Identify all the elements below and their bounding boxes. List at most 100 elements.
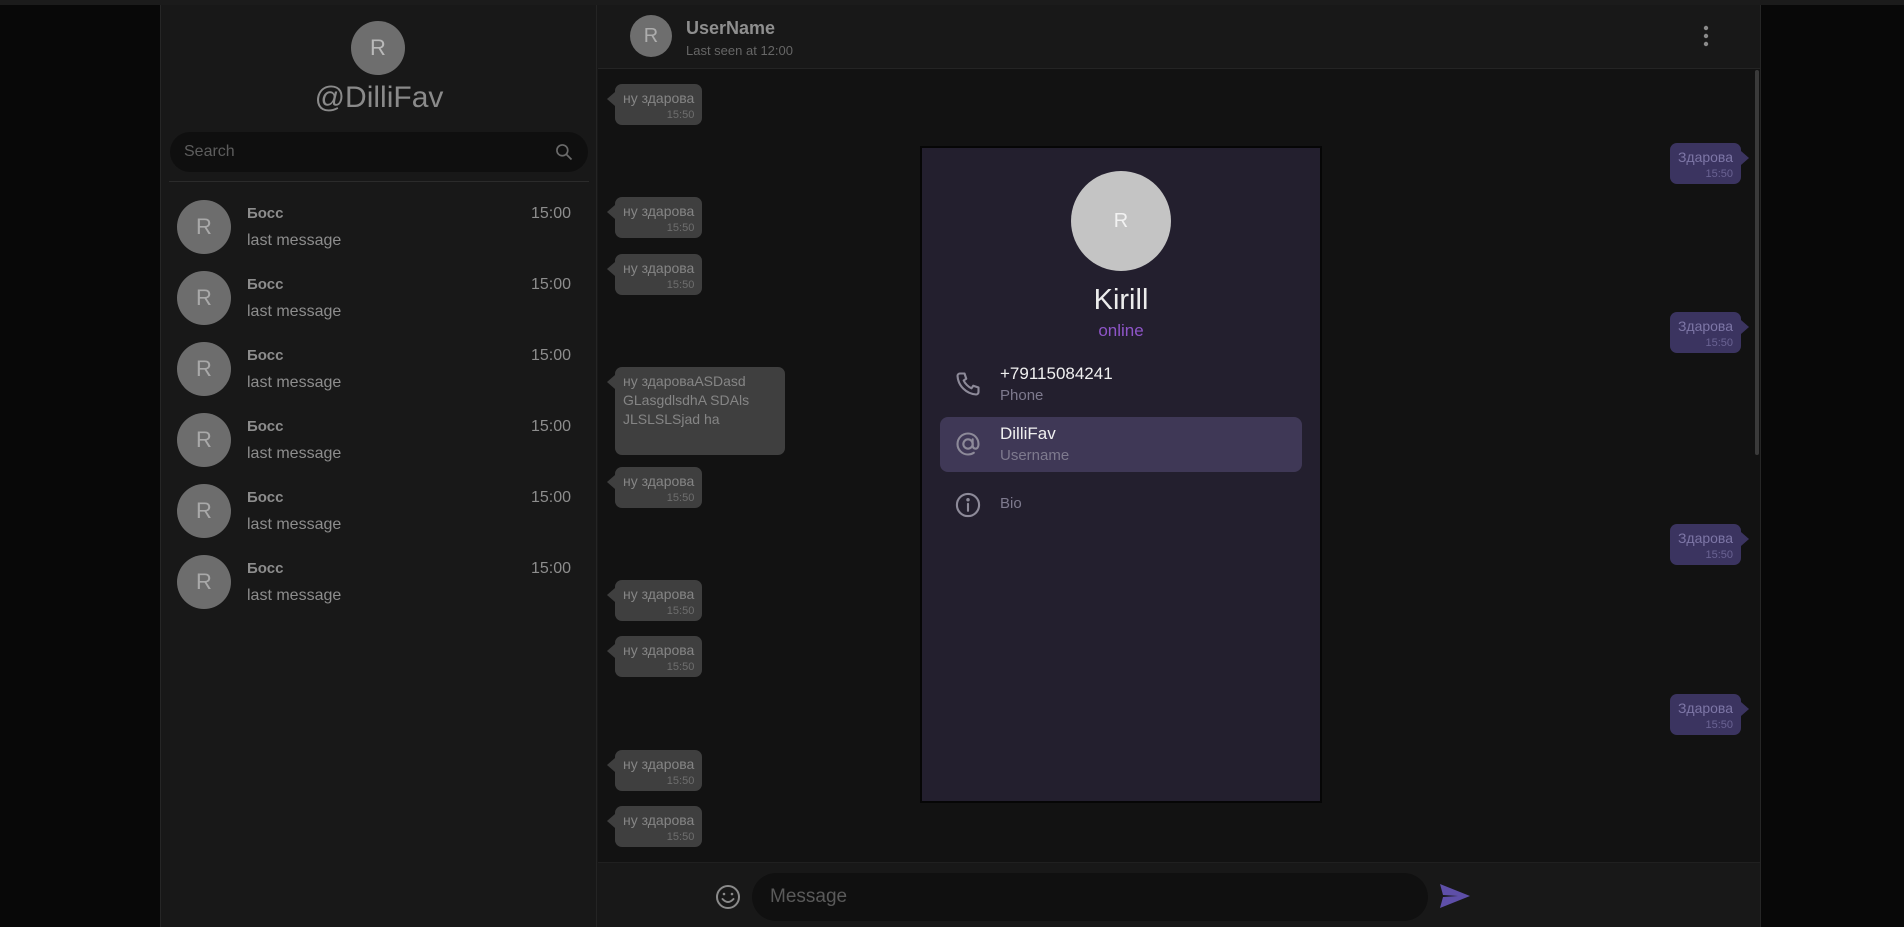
contact-avatar[interactable]: R: [630, 15, 672, 57]
profile-bio-label: Bio: [1000, 495, 1022, 512]
chat-list-item[interactable]: R Босс 15:00 last message: [161, 404, 597, 475]
message-text: Здарова: [1677, 700, 1733, 716]
search-icon[interactable]: [554, 142, 574, 162]
profile-username-value: DilliFav: [1000, 424, 1056, 443]
message-time: 15:50: [666, 222, 695, 234]
message-text: Здарова: [1677, 530, 1733, 546]
profile-avatar: R: [1071, 171, 1171, 271]
send-icon[interactable]: [1438, 881, 1472, 911]
chat-time: 15:00: [530, 418, 571, 435]
my-avatar[interactable]: R: [351, 21, 405, 75]
outgoing-message[interactable]: Здарова 15:50: [1669, 143, 1750, 184]
chat-avatar: R: [177, 271, 231, 325]
sidebar-divider: [169, 181, 589, 182]
contact-name[interactable]: UserName: [686, 18, 775, 39]
message-time: 15:50: [1705, 337, 1733, 349]
chat-name: Босс: [247, 276, 284, 293]
sidebar: R @DilliFav R Босс 15:00 last message R …: [161, 5, 597, 927]
message-text: ну здарова: [623, 812, 695, 828]
at-sign-icon: [956, 432, 980, 456]
chat-list-item[interactable]: R Босс 15:00 last message: [161, 262, 597, 333]
message-text: ну здарова: [623, 756, 695, 772]
chat-name: Босс: [247, 560, 284, 577]
chat-avatar: R: [177, 342, 231, 396]
message-text-line-3: JLSLSLSjad ha: [623, 411, 720, 427]
message-time: 15:50: [1705, 168, 1733, 180]
message-time: 15:50: [666, 775, 695, 787]
chat-last-message: last message: [247, 587, 342, 604]
chat-list-item[interactable]: R Босс 15:00 last message: [161, 475, 597, 546]
incoming-message[interactable]: ну здарова 15:50: [606, 254, 703, 295]
chat-avatar: R: [177, 413, 231, 467]
profile-status: online: [1098, 321, 1144, 340]
message-text: ну здарова: [623, 473, 695, 489]
message-text: ну здарова: [623, 586, 695, 602]
emoji-icon[interactable]: [714, 883, 742, 911]
message-time: 15:50: [666, 831, 695, 843]
chat-name: Босс: [247, 347, 284, 364]
phone-icon: [956, 372, 980, 396]
incoming-message[interactable]: ну здарова 15:50: [606, 84, 703, 125]
message-time: 15:50: [666, 661, 695, 673]
incoming-message[interactable]: ну здарова 15:50: [606, 580, 703, 621]
my-handle: @DilliFav: [314, 81, 444, 114]
message-text: ну здарова: [623, 90, 695, 106]
chat-last-message: last message: [247, 516, 342, 533]
message-text: ну здарова: [623, 642, 695, 658]
profile-modal: R Kirill online +79115084241 Phone Dilli…: [920, 146, 1322, 803]
profile-phone-value: +79115084241: [1000, 364, 1113, 383]
message-time: 15:50: [1705, 549, 1733, 561]
chat-list-item[interactable]: R Босс 15:00 last message: [161, 546, 597, 617]
message-time: 15:50: [1705, 719, 1733, 731]
chat-last-message: last message: [247, 303, 342, 320]
chat-list: R Босс 15:00 last message R Босс 15:00 l…: [161, 191, 597, 617]
chat-time: 15:00: [530, 489, 571, 506]
profile-phone-row[interactable]: +79115084241 Phone: [940, 357, 1302, 412]
profile-name: Kirill: [1093, 284, 1149, 316]
outgoing-message[interactable]: Здарова 15:50: [1669, 694, 1750, 735]
message-text: ну здароваASDasd: [623, 373, 746, 389]
chat-list-item[interactable]: R Босс 15:00 last message: [161, 333, 597, 404]
chat-avatar: R: [177, 555, 231, 609]
more-vertical-icon[interactable]: [1696, 23, 1716, 51]
incoming-message[interactable]: ну здарова 15:50: [606, 197, 703, 238]
chat-avatar: R: [177, 200, 231, 254]
chat-last-message: last message: [247, 232, 342, 249]
chat-name: Босс: [247, 418, 284, 435]
chat-name: Босс: [247, 489, 284, 506]
messages-scrollbar[interactable]: [1755, 70, 1759, 455]
message-text: ну здарова: [623, 203, 695, 219]
incoming-message[interactable]: ну здарова 15:50: [606, 467, 703, 508]
chat-header: R UserName Last seen at 12:00: [598, 5, 1760, 69]
chat-avatar: R: [177, 484, 231, 538]
chat-time: 15:00: [530, 276, 571, 293]
profile-username-row[interactable]: DilliFav Username: [940, 417, 1302, 472]
search-bar: [170, 132, 588, 172]
incoming-message[interactable]: ну здарова 15:50: [606, 806, 703, 847]
chat-name: Босс: [247, 205, 284, 222]
contact-status: Last seen at 12:00: [686, 43, 793, 58]
chat-time: 15:00: [530, 347, 571, 364]
incoming-message[interactable]: ну здарова 15:50: [606, 636, 703, 677]
profile-bio-row[interactable]: Bio: [940, 478, 1302, 533]
chat-time: 15:00: [530, 205, 571, 222]
incoming-message[interactable]: ну здароваASDasd GLasgdlsdhA SDAls JLSLS…: [607, 367, 785, 455]
message-composer: [598, 862, 1760, 927]
chat-last-message: last message: [247, 445, 342, 462]
message-text: Здарова: [1677, 149, 1733, 165]
profile-username-label: Username: [1000, 447, 1070, 464]
message-time: 15:50: [666, 605, 695, 617]
chat-list-item[interactable]: R Босс 15:00 last message: [161, 191, 597, 262]
outgoing-message[interactable]: Здарова 15:50: [1669, 312, 1750, 353]
message-input[interactable]: [752, 873, 1428, 921]
info-icon: [955, 492, 981, 518]
outgoing-message[interactable]: Здарова 15:50: [1669, 524, 1750, 565]
incoming-message[interactable]: ну здарова 15:50: [606, 750, 703, 791]
message-time: 15:50: [666, 109, 695, 121]
search-input[interactable]: [184, 143, 554, 161]
message-text-line-2: GLasgdlsdhA SDAls: [623, 392, 750, 408]
message-time: 15:50: [666, 279, 695, 291]
message-time: 15:50: [666, 492, 695, 504]
messenger-app: R @DilliFav R Босс 15:00 last message R …: [160, 5, 1761, 927]
message-text: Здарова: [1677, 318, 1733, 334]
